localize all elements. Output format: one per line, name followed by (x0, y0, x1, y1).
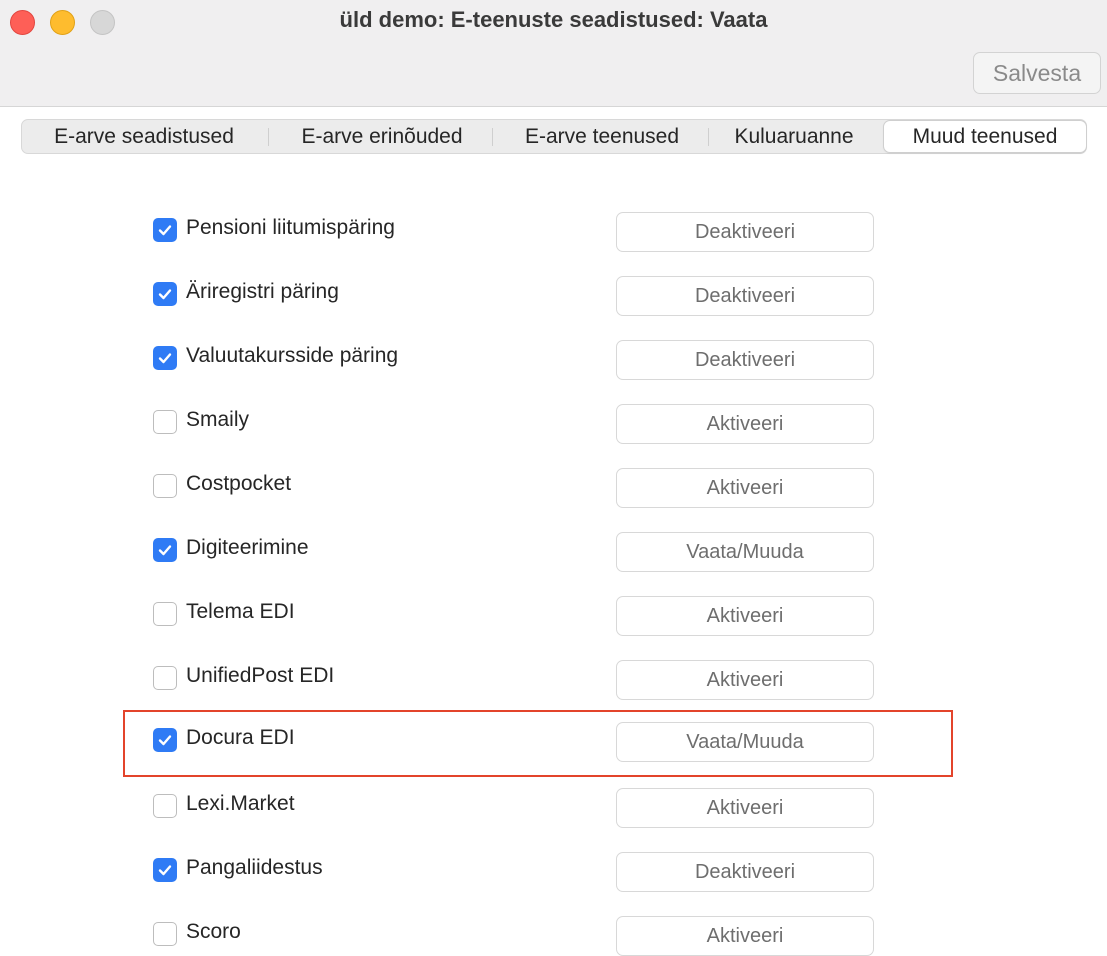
service-action-button[interactable]: Deaktiveeri (616, 340, 874, 380)
tab-separator (268, 128, 269, 146)
service-row: Valuutakursside päring Deaktiveeri (0, 338, 1107, 380)
service-row: Scoro Aktiveeri (0, 914, 1107, 956)
service-label: Smaily (186, 408, 250, 431)
service-action-button[interactable]: Aktiveeri (616, 916, 874, 956)
tab-separator (492, 128, 493, 146)
service-label: Pensioni liitumispäring (186, 216, 395, 239)
checkmark-icon (158, 353, 172, 364)
service-checkbox[interactable] (153, 282, 177, 306)
service-row: Telema EDI Aktiveeri (0, 594, 1107, 636)
service-label: UnifiedPost EDI (186, 664, 335, 687)
service-checkbox[interactable] (153, 858, 177, 882)
service-label: Valuutakursside päring (186, 344, 399, 367)
tab-muud-teenused[interactable]: Muud teenused (884, 121, 1086, 152)
service-action-button[interactable]: Aktiveeri (616, 788, 874, 828)
tab-e-arve-seadistused[interactable]: E-arve seadistused (24, 120, 264, 153)
service-checkbox[interactable] (153, 410, 177, 434)
service-action-button[interactable]: Aktiveeri (616, 468, 874, 508)
service-row: Digiteerimine Vaata/Muuda (0, 530, 1107, 572)
service-action-button[interactable]: Aktiveeri (616, 660, 874, 700)
highlight-box (123, 710, 953, 777)
checkmark-icon (158, 545, 172, 556)
service-label: Äriregistri päring (186, 280, 339, 303)
service-label: Scoro (186, 920, 241, 943)
service-checkbox[interactable] (153, 346, 177, 370)
service-label: Lexi.Market (186, 792, 295, 815)
tab-e-arve-erinouded[interactable]: E-arve erinõuded (272, 120, 492, 153)
tab-kuluaruanne[interactable]: Kuluaruanne (712, 120, 876, 153)
window-title: üld demo: E-teenuste seadistused: Vaata (339, 7, 768, 32)
service-action-button[interactable]: Deaktiveeri (616, 276, 874, 316)
service-action-button[interactable]: Deaktiveeri (616, 852, 874, 892)
save-button[interactable]: Salvesta (973, 52, 1101, 94)
service-row: Lexi.Market Aktiveeri (0, 786, 1107, 828)
service-label: Pangaliidestus (186, 856, 323, 879)
title-bar: üld demo: E-teenuste seadistused: Vaata … (0, 0, 1107, 107)
service-row: Pangaliidestus Deaktiveeri (0, 850, 1107, 892)
service-checkbox[interactable] (153, 474, 177, 498)
service-action-button[interactable]: Vaata/Muuda (616, 532, 874, 572)
service-action-button[interactable]: Aktiveeri (616, 404, 874, 444)
tab-e-arve-teenused[interactable]: E-arve teenused (496, 120, 708, 153)
service-action-button[interactable]: Deaktiveeri (616, 212, 874, 252)
checkmark-icon (158, 225, 172, 236)
service-checkbox[interactable] (153, 922, 177, 946)
tab-bar: E-arve seadistused E-arve erinõuded E-ar… (21, 119, 1087, 154)
checkmark-icon (158, 865, 172, 876)
service-row: Costpocket Aktiveeri (0, 466, 1107, 508)
service-row: Äriregistri päring Deaktiveeri (0, 274, 1107, 316)
service-checkbox[interactable] (153, 538, 177, 562)
tab-separator (708, 128, 709, 146)
service-checkbox[interactable] (153, 602, 177, 626)
service-checkbox[interactable] (153, 794, 177, 818)
service-label: Telema EDI (186, 600, 295, 623)
service-checkbox[interactable] (153, 666, 177, 690)
service-row: UnifiedPost EDI Aktiveeri (0, 658, 1107, 700)
service-label: Costpocket (186, 472, 292, 495)
service-checkbox[interactable] (153, 218, 177, 242)
service-row: Pensioni liitumispäring Deaktiveeri (0, 210, 1107, 252)
service-action-button[interactable]: Aktiveeri (616, 596, 874, 636)
service-label: Digiteerimine (186, 536, 309, 559)
checkmark-icon (158, 289, 172, 300)
service-row: Smaily Aktiveeri (0, 402, 1107, 444)
